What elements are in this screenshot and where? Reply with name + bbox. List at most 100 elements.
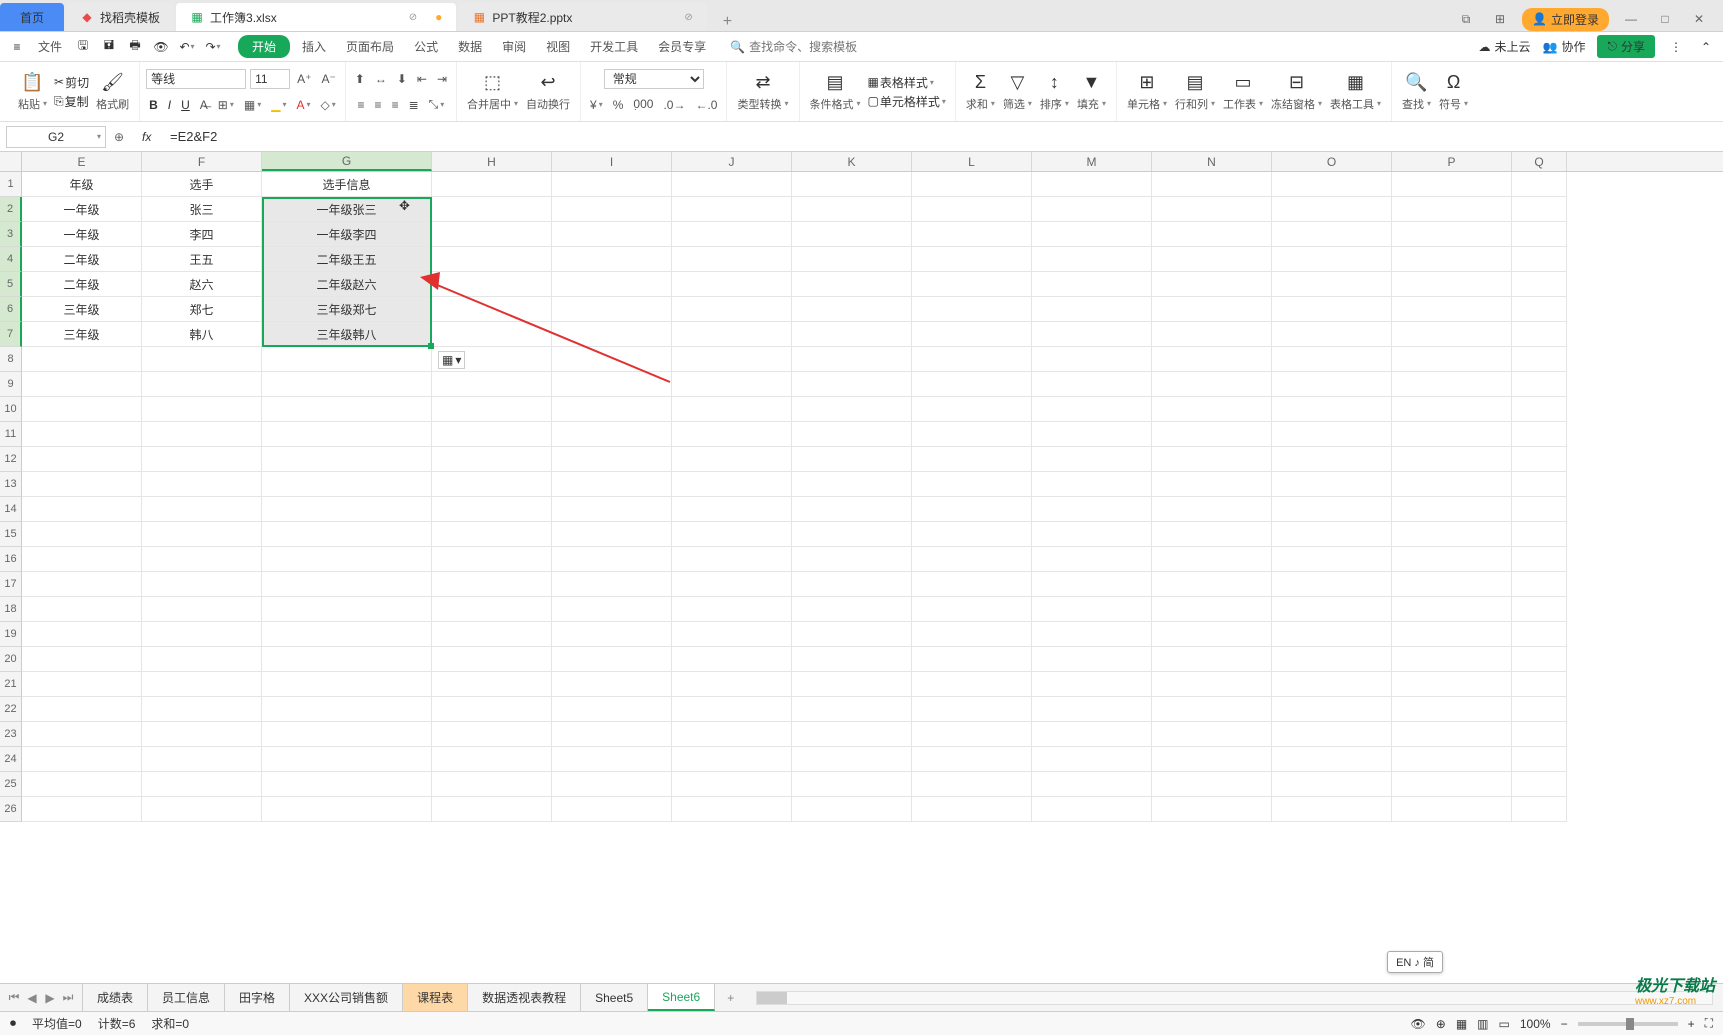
cell[interactable] [262, 347, 432, 372]
cell[interactable] [792, 547, 912, 572]
cell[interactable] [1272, 247, 1392, 272]
cell[interactable] [1152, 672, 1272, 697]
sheet-add-button[interactable]: + [715, 991, 746, 1005]
align-bottom-icon[interactable]: ⬇ [394, 72, 410, 86]
cell[interactable]: 三年级 [22, 297, 142, 322]
cell[interactable] [792, 797, 912, 822]
sheet-tab[interactable]: XXX公司销售额 [290, 984, 403, 1011]
col-header-K[interactable]: K [792, 152, 912, 171]
cell[interactable] [1152, 422, 1272, 447]
cell[interactable] [1152, 297, 1272, 322]
cell[interactable]: 赵六 [142, 272, 262, 297]
menu-dev[interactable]: 开发工具 [582, 35, 646, 58]
cell[interactable] [432, 797, 552, 822]
cell[interactable] [432, 222, 552, 247]
cell[interactable] [672, 497, 792, 522]
cell[interactable]: 李四 [142, 222, 262, 247]
cell[interactable] [1272, 522, 1392, 547]
col-header-E[interactable]: E [22, 152, 142, 171]
cell[interactable] [792, 497, 912, 522]
cell[interactable] [1392, 722, 1512, 747]
cell[interactable] [1152, 347, 1272, 372]
cell[interactable] [22, 572, 142, 597]
cell[interactable] [672, 747, 792, 772]
font-color-button[interactable]: A [293, 98, 313, 112]
menu-data[interactable]: 数据 [450, 35, 490, 58]
cell[interactable] [1512, 422, 1567, 447]
cell[interactable] [1512, 647, 1567, 672]
cell[interactable] [1272, 197, 1392, 222]
cell[interactable] [912, 722, 1032, 747]
cell[interactable] [1032, 472, 1152, 497]
cell[interactable] [22, 697, 142, 722]
fullscreen-icon[interactable]: ⛶ [1705, 1016, 1713, 1031]
cell[interactable] [1512, 522, 1567, 547]
cell[interactable] [1272, 472, 1392, 497]
cell[interactable] [1512, 372, 1567, 397]
coop-button[interactable]: 👥协作 [1543, 38, 1586, 55]
cell[interactable] [432, 747, 552, 772]
row-header[interactable]: 5 [0, 272, 22, 297]
cell[interactable] [22, 497, 142, 522]
cell[interactable] [262, 547, 432, 572]
autofill-options-button[interactable]: ▦▾ [438, 351, 465, 369]
cell[interactable] [912, 672, 1032, 697]
cell[interactable] [1272, 672, 1392, 697]
cell[interactable] [262, 497, 432, 522]
cell[interactable] [792, 372, 912, 397]
row-header[interactable]: 16 [0, 547, 22, 572]
cell[interactable] [432, 772, 552, 797]
cell[interactable] [1512, 597, 1567, 622]
cell[interactable] [552, 697, 672, 722]
sheet-next-icon[interactable]: ▶ [42, 991, 58, 1005]
cell[interactable] [142, 447, 262, 472]
cell[interactable] [1272, 447, 1392, 472]
cell[interactable] [142, 722, 262, 747]
cell[interactable] [1512, 722, 1567, 747]
zoom-out-button[interactable]: − [1561, 1017, 1568, 1031]
goto-icon[interactable]: ⊕ [114, 130, 134, 144]
cell[interactable] [1272, 697, 1392, 722]
sheet-tab[interactable]: 数据透视表教程 [468, 984, 581, 1011]
cell[interactable] [1392, 197, 1512, 222]
cell[interactable] [672, 422, 792, 447]
cell[interactable] [142, 472, 262, 497]
align-left-icon[interactable]: ≡ [355, 98, 368, 112]
cell[interactable] [1152, 547, 1272, 572]
cell[interactable] [262, 797, 432, 822]
cell[interactable] [22, 597, 142, 622]
cell[interactable] [672, 572, 792, 597]
cell[interactable] [1272, 322, 1392, 347]
cell[interactable] [912, 522, 1032, 547]
cell[interactable] [792, 322, 912, 347]
cell[interactable] [672, 797, 792, 822]
cell[interactable] [1032, 697, 1152, 722]
cell[interactable] [1272, 347, 1392, 372]
cell[interactable] [1392, 172, 1512, 197]
undo-button[interactable]: ↶ [178, 38, 196, 56]
cell[interactable] [142, 522, 262, 547]
cell[interactable] [1032, 172, 1152, 197]
cell[interactable] [142, 772, 262, 797]
cell[interactable] [912, 472, 1032, 497]
cell[interactable] [432, 322, 552, 347]
number-format-select[interactable]: 常规 [604, 69, 704, 89]
cell[interactable] [1032, 597, 1152, 622]
table-style-button[interactable]: ▦表格样式 [865, 74, 949, 91]
zoom-label[interactable]: 100% [1520, 1017, 1551, 1031]
cell[interactable] [262, 572, 432, 597]
cell[interactable] [1152, 197, 1272, 222]
cell[interactable] [1032, 647, 1152, 672]
row-header[interactable]: 4 [0, 247, 22, 272]
cell[interactable]: 二年级 [22, 272, 142, 297]
cell[interactable] [1152, 697, 1272, 722]
cell[interactable] [912, 647, 1032, 672]
filter-button[interactable]: ▽筛选 [999, 72, 1036, 112]
collapse-icon[interactable]: ⌃ [1697, 38, 1715, 56]
cell[interactable] [262, 372, 432, 397]
cell[interactable] [432, 372, 552, 397]
cell[interactable] [552, 722, 672, 747]
cell[interactable] [1392, 272, 1512, 297]
cell[interactable] [1392, 222, 1512, 247]
cell[interactable] [672, 272, 792, 297]
